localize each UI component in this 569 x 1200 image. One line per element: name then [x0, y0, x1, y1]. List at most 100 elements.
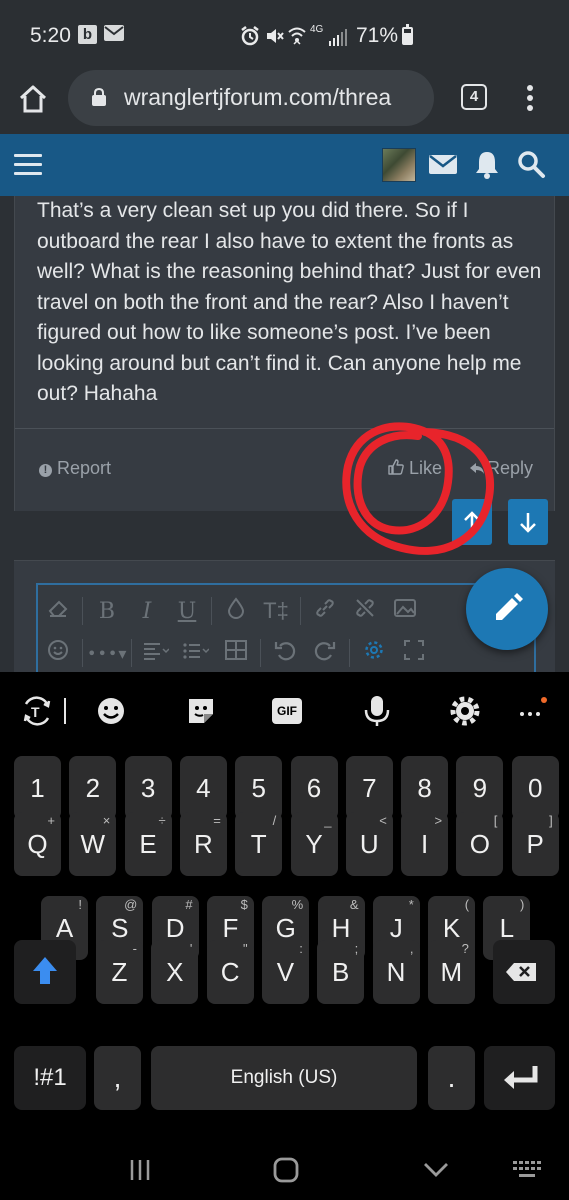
recent-apps-icon[interactable]: [128, 1158, 152, 1187]
address-bar[interactable]: wranglertjforum.com/threa: [68, 70, 434, 126]
key-label: 0: [527, 773, 543, 803]
text-color-drop-icon[interactable]: [216, 597, 256, 625]
key-label: Y: [305, 829, 323, 859]
emoji-icon[interactable]: [94, 694, 128, 728]
browser-menu-icon[interactable]: [518, 82, 542, 116]
backspace-key[interactable]: [493, 940, 555, 1004]
enter-key[interactable]: [484, 1046, 555, 1110]
unlink-icon[interactable]: [345, 597, 385, 625]
key-secondary-label: !: [78, 897, 82, 912]
key-5[interactable]: 5: [235, 756, 283, 820]
period-key[interactable]: .: [428, 1046, 475, 1110]
table-icon[interactable]: [216, 640, 256, 666]
key-z[interactable]: Z-: [96, 940, 143, 1004]
comma-key[interactable]: ,: [94, 1046, 141, 1110]
report-icon: !: [39, 464, 52, 477]
reply-arrow-icon: [470, 463, 484, 474]
key-label: V: [276, 957, 295, 987]
image-icon[interactable]: [385, 598, 425, 624]
fullscreen-icon[interactable]: [394, 640, 434, 666]
translate-icon[interactable]: T: [20, 694, 54, 728]
search-icon[interactable]: [516, 149, 546, 184]
key-q[interactable]: Q +: [14, 812, 61, 876]
microphone-icon[interactable]: [360, 694, 394, 728]
text-size-button[interactable]: T‡: [256, 598, 296, 624]
back-nav-icon[interactable]: [422, 1160, 450, 1185]
sticker-icon[interactable]: [184, 694, 218, 728]
alerts-bell-icon[interactable]: [472, 149, 502, 184]
key-secondary-label: =: [213, 813, 221, 828]
redo-icon[interactable]: [305, 639, 345, 667]
bold-button[interactable]: B: [87, 599, 127, 624]
key-label: M: [440, 957, 463, 987]
key-r[interactable]: R =: [179, 812, 227, 876]
undo-icon[interactable]: [265, 639, 305, 667]
space-bar[interactable]: English (US): [151, 1046, 417, 1110]
key-m[interactable]: M?: [427, 940, 475, 1004]
key-b[interactable]: B;: [317, 940, 365, 1004]
key-u[interactable]: U <: [345, 812, 393, 876]
key-v[interactable]: V:: [261, 940, 309, 1004]
home-icon[interactable]: [16, 82, 50, 116]
smiley-icon[interactable]: [38, 639, 78, 667]
key-0[interactable]: 0: [511, 756, 559, 820]
messages-icon[interactable]: [428, 149, 458, 184]
key-9[interactable]: 9: [456, 756, 504, 820]
key-4[interactable]: 4: [179, 756, 227, 820]
report-link[interactable]: ! Report: [39, 458, 111, 479]
key-p[interactable]: P]: [511, 812, 559, 876]
key-secondary-label: ): [520, 897, 525, 912]
key-o[interactable]: O[: [456, 812, 504, 876]
align-icon[interactable]: [136, 641, 176, 666]
post-body: That’s a very clean set up you did there…: [37, 199, 542, 405]
key-secondary-label: -: [132, 941, 137, 956]
url-text: wranglertjforum.com/threa: [124, 84, 392, 110]
shift-key[interactable]: [14, 940, 76, 1004]
user-avatar[interactable]: [382, 148, 416, 182]
key-e[interactable]: E ÷: [124, 812, 172, 876]
key-label: P: [526, 829, 544, 859]
keyboard-settings-icon[interactable]: [448, 694, 482, 728]
pencil-icon: [496, 593, 523, 620]
key-t[interactable]: T /: [235, 812, 283, 876]
settings-gear-icon[interactable]: [354, 639, 394, 667]
key-1[interactable]: 1: [14, 756, 61, 820]
compose-reply-fab[interactable]: [466, 568, 548, 650]
scroll-down-button[interactable]: [508, 499, 548, 545]
key-c[interactable]: C ": [206, 940, 254, 1004]
keyboard-switch-icon[interactable]: [512, 1160, 542, 1185]
more-options-icon[interactable]: •••▾: [87, 644, 127, 663]
hamburger-menu-icon[interactable]: [14, 154, 42, 176]
scroll-up-button[interactable]: [452, 499, 492, 545]
key-x[interactable]: X ': [151, 940, 199, 1004]
like-button[interactable]: Like: [387, 458, 442, 479]
key-secondary-label: #: [185, 897, 193, 912]
reply-button[interactable]: Reply: [469, 458, 533, 479]
keyboard-more-icon[interactable]: [516, 694, 550, 728]
underline-button[interactable]: U: [167, 599, 207, 624]
key-secondary-label: ]: [549, 813, 553, 828]
key-label: C: [220, 957, 240, 987]
key-8[interactable]: 8: [401, 756, 449, 820]
symbols-key[interactable]: !#1: [14, 1046, 86, 1110]
eraser-icon[interactable]: [38, 597, 78, 625]
key-w[interactable]: W ×: [69, 812, 117, 876]
key-y[interactable]: Y _: [290, 812, 338, 876]
key-2[interactable]: 2: [69, 756, 117, 820]
key-i[interactable]: I >: [401, 812, 449, 876]
key-label: 1: [30, 773, 45, 803]
italic-button[interactable]: I: [127, 599, 167, 624]
network-type: 4G: [310, 24, 324, 35]
home-nav-icon[interactable]: [272, 1156, 300, 1189]
key-7[interactable]: 7: [345, 756, 393, 820]
list-icon[interactable]: [176, 641, 216, 666]
key-3[interactable]: 3: [124, 756, 172, 820]
key-label: B: [332, 957, 350, 987]
tab-switcher-button[interactable]: 4: [461, 84, 487, 110]
gif-icon[interactable]: GIF: [272, 698, 302, 724]
link-icon[interactable]: [305, 597, 345, 625]
toolbar-divider: [64, 698, 66, 724]
key-n[interactable]: N,: [372, 940, 420, 1004]
key-6[interactable]: 6: [290, 756, 338, 820]
key-label: S: [111, 913, 129, 943]
